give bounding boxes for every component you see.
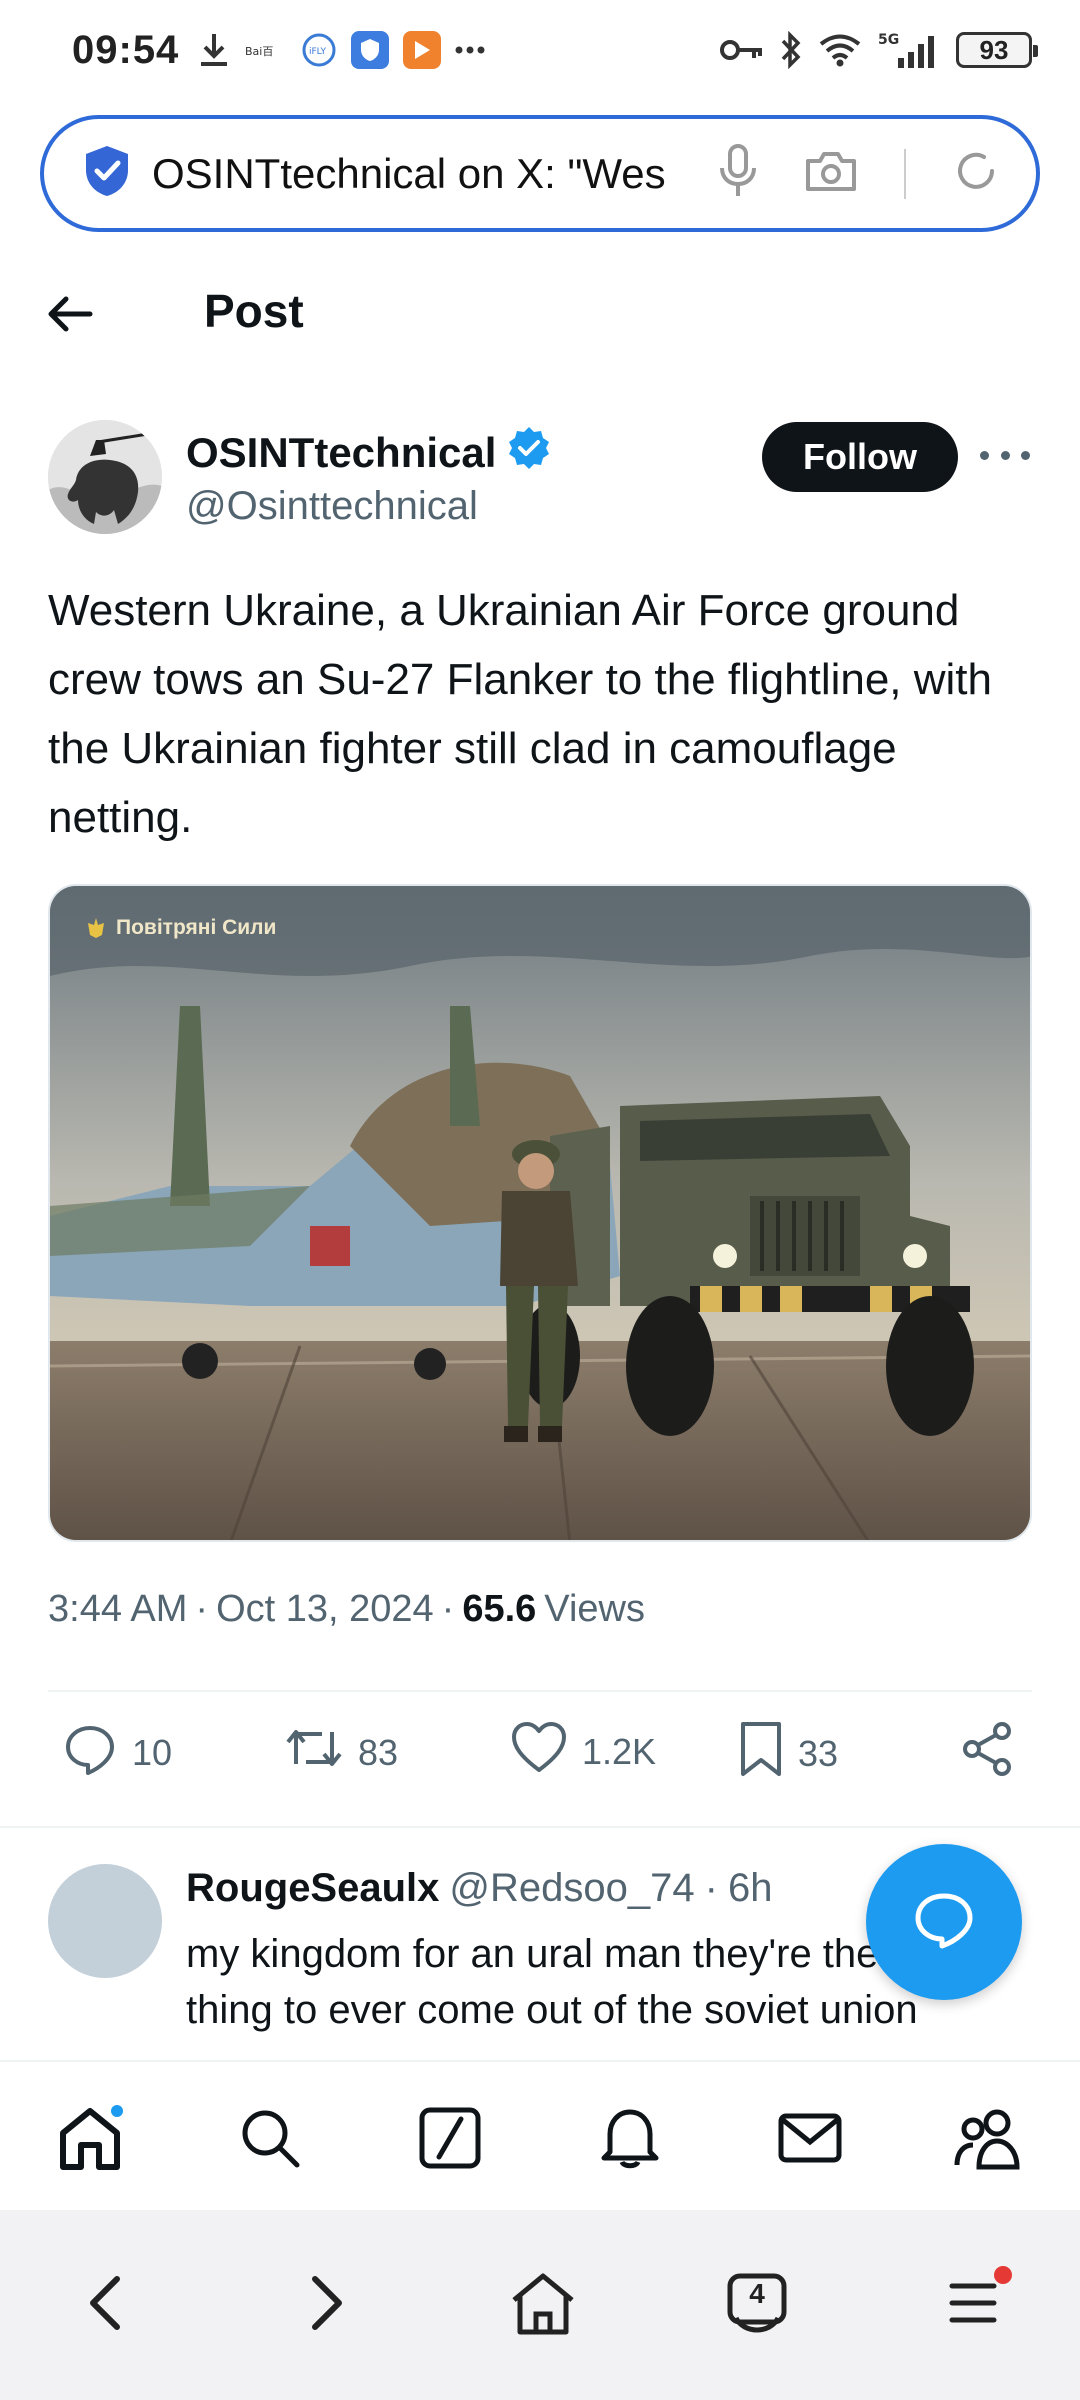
baidu-app-icon: Bai百	[245, 38, 287, 62]
nav-notifications[interactable]	[590, 2100, 670, 2180]
author-avatar[interactable]	[48, 420, 162, 534]
views-count: 65.6	[462, 1588, 537, 1630]
notification-icons: Bai百 iFLY	[197, 31, 485, 69]
url-divider	[904, 148, 906, 199]
author-name-text[interactable]: OSINTtechnical	[186, 429, 496, 477]
like-count: 1.2K	[582, 1730, 657, 1772]
browser-back-button[interactable]	[60, 2260, 150, 2350]
page-title: Post	[204, 285, 304, 337]
compose-reply-button[interactable]	[866, 1844, 1022, 2000]
tabs-icon: 4	[724, 2272, 790, 2338]
verified-shield-icon	[82, 144, 132, 203]
repost-button[interactable]: 83	[284, 1720, 398, 1785]
microphone-icon[interactable]	[718, 144, 758, 203]
hamburger-menu-icon	[946, 2278, 1000, 2333]
follow-button[interactable]: Follow	[762, 422, 958, 492]
browser-toolbar: 4	[0, 2210, 1080, 2400]
key-icon	[720, 37, 764, 63]
browser-menu-button[interactable]	[928, 2260, 1018, 2350]
tweet-meta: 3:44 AM · Oct 13, 2024 · 65.6 Views	[48, 1588, 645, 1631]
share-icon	[960, 1720, 1016, 1787]
tweet-time[interactable]: 3:44 AM	[48, 1588, 187, 1631]
url-text[interactable]: OSINTtechnical on X: "Wes	[152, 150, 672, 198]
reply-author-handle[interactable]: @Redsoo_74	[449, 1866, 694, 1911]
signal-icon: 5G	[878, 30, 940, 70]
system-icons: 5G 93	[720, 30, 1038, 70]
chevron-left-icon	[85, 2273, 125, 2338]
like-button[interactable]: 1.2K	[510, 1720, 656, 1783]
nav-messages[interactable]	[770, 2100, 850, 2180]
media-watermark: Повітряні Сили	[86, 916, 276, 940]
browser-home-button[interactable]	[498, 2260, 588, 2350]
status-time: 09:54	[72, 27, 180, 72]
search-icon	[237, 2105, 303, 2176]
svg-text:iFLY: iFLY	[309, 47, 326, 57]
grok-icon	[417, 2105, 483, 2176]
post-header: Post	[0, 260, 1080, 370]
bookmark-count: 33	[798, 1732, 839, 1774]
chat-bubble-icon	[912, 1890, 976, 1955]
mail-icon	[776, 2110, 844, 2171]
shield-app-icon	[351, 31, 390, 69]
reply-button[interactable]: 10	[62, 1720, 172, 1785]
nav-home[interactable]	[50, 2100, 130, 2180]
media-caption-text: Повітряні Сили	[116, 916, 277, 939]
views-label: Views	[544, 1588, 645, 1630]
people-icon	[953, 2105, 1027, 2176]
author-name[interactable]: OSINTtechnical	[186, 425, 552, 481]
status-bar: 09:54 Bai百 iFLY 5G 93	[0, 0, 1080, 100]
bookmark-button[interactable]: 33	[738, 1720, 838, 1787]
play-app-icon	[403, 31, 442, 69]
tweet-actions: 10 83 1.2K 33	[0, 1720, 1080, 1800]
author-handle[interactable]: @Osinttechnical	[186, 484, 478, 529]
browser-forward-button[interactable]	[282, 2260, 372, 2350]
camera-icon[interactable]	[804, 149, 858, 198]
bluetooth-icon	[780, 31, 802, 69]
svg-text:Bai百: Bai百	[245, 45, 273, 58]
more-notifications-icon	[455, 45, 485, 55]
tweet-image[interactable]: Повітряні Сили	[48, 884, 1032, 1542]
repost-count: 83	[358, 1731, 399, 1773]
reply-icon	[62, 1720, 118, 1785]
reply-avatar[interactable]	[48, 1864, 162, 1978]
home-outline-icon	[508, 2270, 578, 2341]
back-arrow-icon[interactable]	[44, 288, 96, 345]
home-notification-dot	[108, 2102, 126, 2120]
share-button[interactable]	[960, 1720, 1016, 1787]
reply-header: RougeSeaulx @Redsoo_74 · 6h	[186, 1866, 773, 1911]
address-bar[interactable]: OSINTtechnical on X: "Wes	[40, 115, 1040, 232]
reply-author-name[interactable]: RougeSeaulx	[186, 1866, 439, 1911]
divider	[48, 1690, 1032, 1692]
chevron-right-icon	[307, 2273, 347, 2338]
reply-age: 6h	[727, 1866, 773, 1910]
reply-count: 10	[132, 1731, 173, 1773]
bookmark-icon	[738, 1720, 784, 1787]
nav-communities[interactable]	[950, 2100, 1030, 2180]
browser-tabs-button[interactable]: 4	[712, 2260, 802, 2350]
battery-indicator: 93	[956, 32, 1038, 68]
wifi-icon	[818, 33, 862, 67]
menu-notification-dot	[994, 2266, 1012, 2284]
download-icon	[197, 31, 231, 69]
repost-icon	[284, 1720, 344, 1785]
heart-icon	[510, 1720, 568, 1783]
bell-icon	[598, 2104, 662, 2177]
ifly-app-icon: iFLY	[301, 32, 337, 68]
tweet-date[interactable]: Oct 13, 2024	[216, 1588, 434, 1631]
divider	[0, 1826, 1080, 1828]
nav-search[interactable]	[230, 2100, 310, 2180]
more-options-icon[interactable]	[980, 440, 1030, 470]
tweet-text: Western Ukraine, a Ukrainian Air Force g…	[48, 586, 993, 842]
refresh-icon[interactable]	[952, 147, 1000, 200]
nav-grok[interactable]	[410, 2100, 490, 2180]
tabs-count: 4	[749, 2278, 765, 2309]
app-bottom-nav	[0, 2060, 1080, 2210]
verified-badge-icon	[506, 425, 552, 481]
svg-text:5G: 5G	[878, 32, 899, 48]
